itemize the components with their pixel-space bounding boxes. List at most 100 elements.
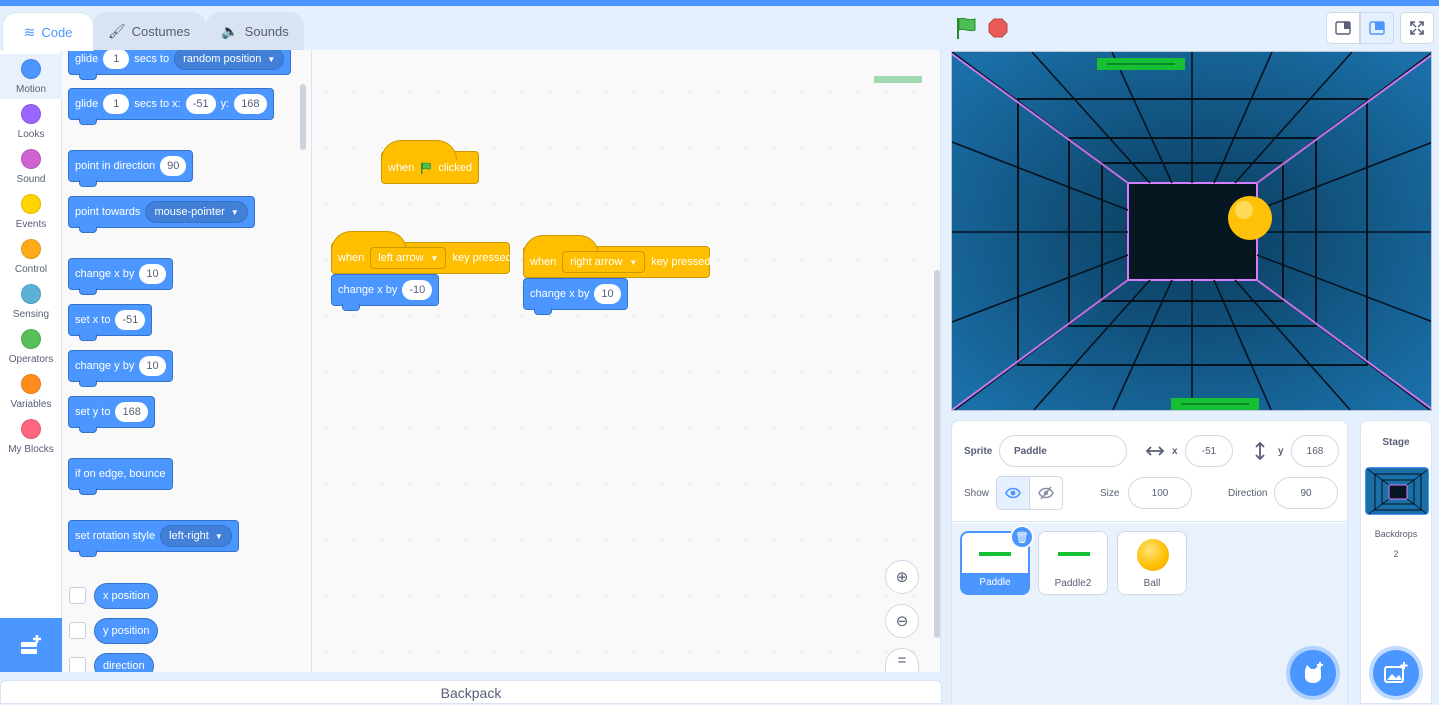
value-input[interactable]: 10 xyxy=(139,356,166,376)
value-input[interactable]: 10 xyxy=(594,284,621,304)
direction-input[interactable]: 90 xyxy=(160,156,187,176)
sprite-info: Sprite Paddle x -51 y 168 Show Size 100 … xyxy=(952,421,1347,522)
key-dropdown[interactable]: right arrow ▼ xyxy=(562,251,646,273)
block-point-towards[interactable]: point towards mouse-pointer ▼ xyxy=(68,196,255,233)
category-looks[interactable]: Looks xyxy=(0,99,62,144)
target-dropdown[interactable]: random position ▼ xyxy=(174,50,285,70)
block-text: change x by xyxy=(75,268,135,280)
category-operators[interactable]: Operators xyxy=(0,324,62,369)
small-stage-button[interactable] xyxy=(1326,12,1360,44)
block-point-in-direction[interactable]: point in direction 90 xyxy=(68,150,194,187)
block-set-y[interactable]: set y to 168 xyxy=(68,396,155,433)
block-text: change x by xyxy=(530,288,590,300)
zoom-in-button[interactable]: ⊕ xyxy=(885,560,919,594)
tab-costumes[interactable]: 🖌 Costumes xyxy=(92,12,206,50)
block-if-on-edge-bounce[interactable]: if on edge, bounce xyxy=(68,458,173,495)
stage-canvas[interactable] xyxy=(951,51,1432,411)
block-change-y[interactable]: change y by 10 xyxy=(68,350,173,387)
block-change-x[interactable]: change x by 10 xyxy=(68,258,173,295)
reporter-x-position[interactable]: x position xyxy=(94,583,159,609)
value-input[interactable]: -10 xyxy=(402,280,433,300)
sprite-tile-ball[interactable]: Ball xyxy=(1117,531,1187,595)
y-input[interactable]: 168 xyxy=(234,94,267,114)
sprite-tile-label: Paddle2 xyxy=(1054,578,1092,589)
block-text: when xyxy=(530,256,557,268)
block-palette[interactable]: glide 1 secs to random position ▼ glide 1… xyxy=(62,50,312,672)
sprite-label: Sprite xyxy=(964,446,993,457)
zoom-out-button[interactable]: ⊖ xyxy=(885,604,919,638)
block-text: glide xyxy=(75,53,99,65)
stage-selector[interactable]: Stage Backdrops 2 xyxy=(1360,420,1432,704)
category-sound[interactable]: Sound xyxy=(0,144,62,189)
block-change-x-left[interactable]: change x by -10 xyxy=(331,274,440,311)
choose-sprite-button[interactable] xyxy=(1290,650,1336,696)
category-label: Motion xyxy=(15,84,46,95)
category-control[interactable]: Control xyxy=(0,234,62,279)
value-input[interactable]: -51 xyxy=(115,310,146,330)
category-motion[interactable]: Motion xyxy=(0,54,62,99)
key-dropdown[interactable]: left arrow ▼ xyxy=(370,247,447,269)
towards-dropdown[interactable]: mouse-pointer ▼ xyxy=(145,201,248,223)
size-input[interactable]: 100 xyxy=(1128,477,1192,509)
y-input[interactable]: 168 xyxy=(1291,435,1339,467)
category-events[interactable]: Events xyxy=(0,189,62,234)
when-right-arrow-pressed-block[interactable]: when right arrow ▼ key pressed xyxy=(523,235,711,278)
category-label: Variables xyxy=(10,399,52,410)
block-glide-random[interactable]: glide 1 secs to random position ▼ xyxy=(68,50,292,80)
block-set-x[interactable]: set x to -51 xyxy=(68,304,153,341)
choose-backdrop-button[interactable] xyxy=(1373,650,1419,696)
y-position-checkbox[interactable] xyxy=(69,622,86,639)
x-value: -51 xyxy=(1201,445,1217,457)
rotation-dropdown[interactable]: left-right ▼ xyxy=(160,525,232,547)
category-my-blocks[interactable]: My Blocks xyxy=(0,414,62,459)
block-text: point towards xyxy=(75,206,141,218)
category-sensing[interactable]: Sensing xyxy=(0,279,62,324)
sprite-name-input[interactable]: Paddle xyxy=(999,435,1127,467)
sprite-tile-paddle[interactable]: Paddle 🗑 xyxy=(960,525,1034,595)
value-input[interactable]: 10 xyxy=(139,264,166,284)
stage-title: Stage xyxy=(1382,437,1410,448)
category-variables[interactable]: Variables xyxy=(0,369,62,414)
palette-scrollbar[interactable] xyxy=(300,84,306,150)
reporter-y-position[interactable]: y position xyxy=(94,618,159,644)
motion-dot-icon xyxy=(21,59,41,79)
fullscreen-button[interactable] xyxy=(1400,12,1434,44)
paddle2-thumbnail xyxy=(1058,552,1090,556)
small-stage-icon xyxy=(1335,21,1351,35)
reporter-direction[interactable]: direction xyxy=(94,653,154,672)
events-dot-icon xyxy=(21,194,41,214)
stage-thumbnail[interactable] xyxy=(1365,467,1429,515)
eye-icon xyxy=(1005,487,1021,499)
my-blocks-dot-icon xyxy=(21,419,41,439)
x-position-checkbox[interactable] xyxy=(69,587,86,604)
value-input[interactable]: 168 xyxy=(115,402,148,422)
secs-input[interactable]: 1 xyxy=(103,50,130,69)
reporter-text: x position xyxy=(103,590,150,602)
workspace-scrollbar[interactable] xyxy=(934,270,940,638)
when-flag-clicked-block[interactable]: when clicked xyxy=(381,140,479,184)
sprite-tile-paddle2[interactable]: Paddle2 xyxy=(1038,531,1108,595)
green-flag-button[interactable] xyxy=(954,16,978,40)
backpack-bar[interactable]: Backpack xyxy=(0,680,942,704)
zoom-in-icon: ⊕ xyxy=(895,569,909,586)
large-stage-button[interactable] xyxy=(1360,12,1394,44)
block-text: clicked xyxy=(438,161,472,174)
x-input[interactable]: -51 xyxy=(1185,435,1233,467)
block-glide-xy[interactable]: glide 1 secs to x: -51 y: 168 xyxy=(68,88,274,125)
tab-code-label: Code xyxy=(41,24,73,40)
block-set-rotation-style[interactable]: set rotation style left-right ▼ xyxy=(68,520,239,557)
block-text: set y to xyxy=(75,406,111,418)
x-input[interactable]: -51 xyxy=(185,94,216,114)
block-change-x-right[interactable]: change x by 10 xyxy=(523,278,628,315)
stop-button[interactable] xyxy=(988,18,1008,38)
direction-checkbox[interactable] xyxy=(69,657,86,672)
delete-sprite-button[interactable]: 🗑 xyxy=(1010,525,1034,549)
when-left-arrow-pressed-block[interactable]: when left arrow ▼ key pressed xyxy=(331,231,512,274)
tab-code[interactable]: ≋ Code xyxy=(2,12,94,51)
tab-sounds[interactable]: 🔈 Sounds xyxy=(206,12,304,50)
secs-input[interactable]: 1 xyxy=(103,94,130,114)
direction-input[interactable]: 90 xyxy=(1274,477,1338,509)
show-visible-button[interactable] xyxy=(996,476,1030,510)
show-hidden-button[interactable] xyxy=(1029,476,1063,510)
add-extension-button[interactable] xyxy=(0,618,62,672)
